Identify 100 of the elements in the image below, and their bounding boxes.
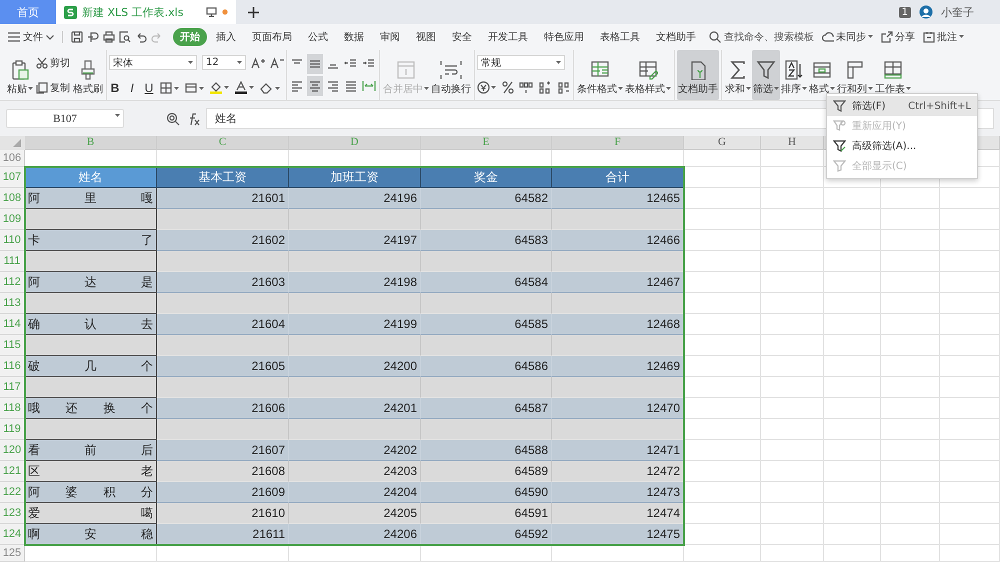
- print-icon[interactable]: [103, 31, 115, 43]
- ribbon-tab[interactable]: 视图: [409, 28, 443, 46]
- table-cell: 64589: [421, 461, 552, 482]
- table-cell: [881, 419, 940, 440]
- table-cell: [824, 314, 881, 335]
- number-format-dropdown[interactable]: 常规: [477, 55, 565, 70]
- table-cell: [881, 209, 940, 230]
- table-cell: [881, 356, 940, 377]
- font-size-dropdown[interactable]: 12: [202, 55, 246, 70]
- file-menu[interactable]: 文件: [8, 30, 58, 44]
- fill-color-icon[interactable]: [210, 81, 230, 94]
- document-assistant-button[interactable]: 文档助手: [677, 50, 719, 100]
- decrease-decimal-icon[interactable]: [557, 81, 571, 94]
- table-cell: 12469: [552, 356, 684, 377]
- worksheet-icon: [883, 60, 903, 80]
- increase-decimal-icon[interactable]: [538, 81, 552, 94]
- ribbon-tab[interactable]: 开发工具: [481, 28, 535, 46]
- ribbon-tab[interactable]: 表格工具: [593, 28, 647, 46]
- table-header-cell[interactable]: 奖金: [421, 167, 552, 188]
- table-cell: [824, 188, 881, 209]
- bold-button[interactable]: B: [109, 80, 121, 94]
- table-cell: [761, 377, 824, 398]
- table-cell: 21605: [157, 356, 289, 377]
- table-cell: 阿 达 是: [25, 272, 157, 293]
- eraser-icon[interactable]: [260, 82, 282, 94]
- document-tab[interactable]: 新建 XLS 工作表.xls: [56, 0, 236, 24]
- table-style-button[interactable]: 表格样式: [624, 50, 672, 100]
- caret-icon: [906, 87, 911, 91]
- wrap-text-button[interactable]: 自动换行: [430, 50, 472, 100]
- align-center-icon[interactable]: [308, 79, 322, 93]
- filter-menu-item[interactable]: 高级筛选(A)...: [827, 136, 977, 156]
- table-cell: [940, 419, 1000, 440]
- sync-status-button[interactable]: 未同步: [822, 30, 873, 44]
- table-cell: [881, 293, 940, 314]
- sum-button[interactable]: 求和: [724, 50, 752, 100]
- cut-button[interactable]: 剪切: [34, 54, 72, 70]
- column-header[interactable]: G: [684, 136, 761, 150]
- table-cell: [761, 398, 824, 419]
- caret-icon: [959, 35, 964, 39]
- underline-button[interactable]: U: [143, 80, 155, 94]
- table-cell: [761, 419, 824, 440]
- table-cell: [881, 188, 940, 209]
- sort-button[interactable]: 排序: [780, 50, 808, 100]
- table-cell: [761, 503, 824, 524]
- ribbon-tab[interactable]: 文档助手: [649, 28, 703, 46]
- thousands-separator-icon[interactable]: [519, 81, 533, 94]
- distribute-icon[interactable]: [362, 79, 376, 93]
- new-tab-plus-icon[interactable]: [248, 6, 259, 18]
- ribbon-tab[interactable]: 插入: [209, 28, 243, 46]
- table-header-cell[interactable]: 基本工资: [157, 167, 289, 188]
- undo-icon[interactable]: [135, 31, 147, 43]
- user-name[interactable]: 小奎子: [941, 4, 974, 20]
- align-right-icon[interactable]: [326, 79, 340, 93]
- comment-button[interactable]: 批注: [923, 30, 964, 44]
- justify-icon[interactable]: [344, 79, 358, 93]
- filter-button[interactable]: 筛选: [752, 50, 780, 100]
- grow-font-icon[interactable]: [251, 56, 265, 68]
- caret-icon: [746, 87, 751, 91]
- table-cell: [881, 251, 940, 272]
- ribbon-tab[interactable]: 页面布局: [245, 28, 299, 46]
- table-header-cell[interactable]: 合计: [552, 167, 684, 188]
- print-preview-icon[interactable]: [119, 31, 131, 43]
- save-icon[interactable]: [71, 31, 83, 43]
- table-cell: 24196: [289, 188, 421, 209]
- table-cell: [940, 272, 1000, 293]
- table-cell: [940, 461, 1000, 482]
- ribbon-tab[interactable]: 特色应用: [537, 28, 591, 46]
- command-search-field[interactable]: 查找命令、搜索模板: [709, 30, 814, 44]
- percent-icon[interactable]: [502, 81, 514, 94]
- format-painter-button[interactable]: 格式刷: [72, 50, 104, 100]
- copy-button[interactable]: 复制: [34, 80, 72, 96]
- share-button[interactable]: 分享: [881, 30, 915, 44]
- conditional-formatting-button[interactable]: 条件格式: [576, 50, 624, 100]
- shrink-font-icon[interactable]: [270, 56, 284, 68]
- table-cell: [824, 482, 881, 503]
- tab-title: 新建 XLS 工作表.xls: [82, 4, 184, 20]
- name-box[interactable]: B107: [6, 109, 124, 128]
- window-count-badge: 1: [898, 6, 911, 18]
- ribbon-tab[interactable]: 公式: [301, 28, 335, 46]
- align-left-icon[interactable]: [290, 79, 304, 93]
- menu-icon: [8, 32, 20, 42]
- italic-button[interactable]: I: [126, 80, 138, 94]
- table-cell: [940, 293, 1000, 314]
- font-color-icon[interactable]: [235, 81, 255, 94]
- paste-button[interactable]: 粘贴: [6, 50, 34, 100]
- ribbon-tab[interactable]: 数据: [337, 28, 371, 46]
- borders-icon[interactable]: [160, 82, 180, 94]
- table-cell: 21607: [157, 440, 289, 461]
- filter-menu-item[interactable]: 筛选(F) Ctrl+Shift+L: [827, 96, 977, 116]
- fill-pattern-icon[interactable]: [185, 82, 205, 94]
- zoom-icon[interactable]: [166, 112, 180, 126]
- currency-icon[interactable]: [477, 81, 497, 94]
- caret-icon: [774, 87, 779, 91]
- font-name-dropdown[interactable]: 宋体: [109, 55, 197, 70]
- table-cell: [824, 398, 881, 419]
- caret-icon: [868, 87, 873, 91]
- table-header-cell[interactable]: 加班工资: [289, 167, 421, 188]
- ribbon-tab[interactable]: 安全: [445, 28, 479, 46]
- ribbon-tab[interactable]: 审阅: [373, 28, 407, 46]
- column-header[interactable]: H: [761, 136, 824, 150]
